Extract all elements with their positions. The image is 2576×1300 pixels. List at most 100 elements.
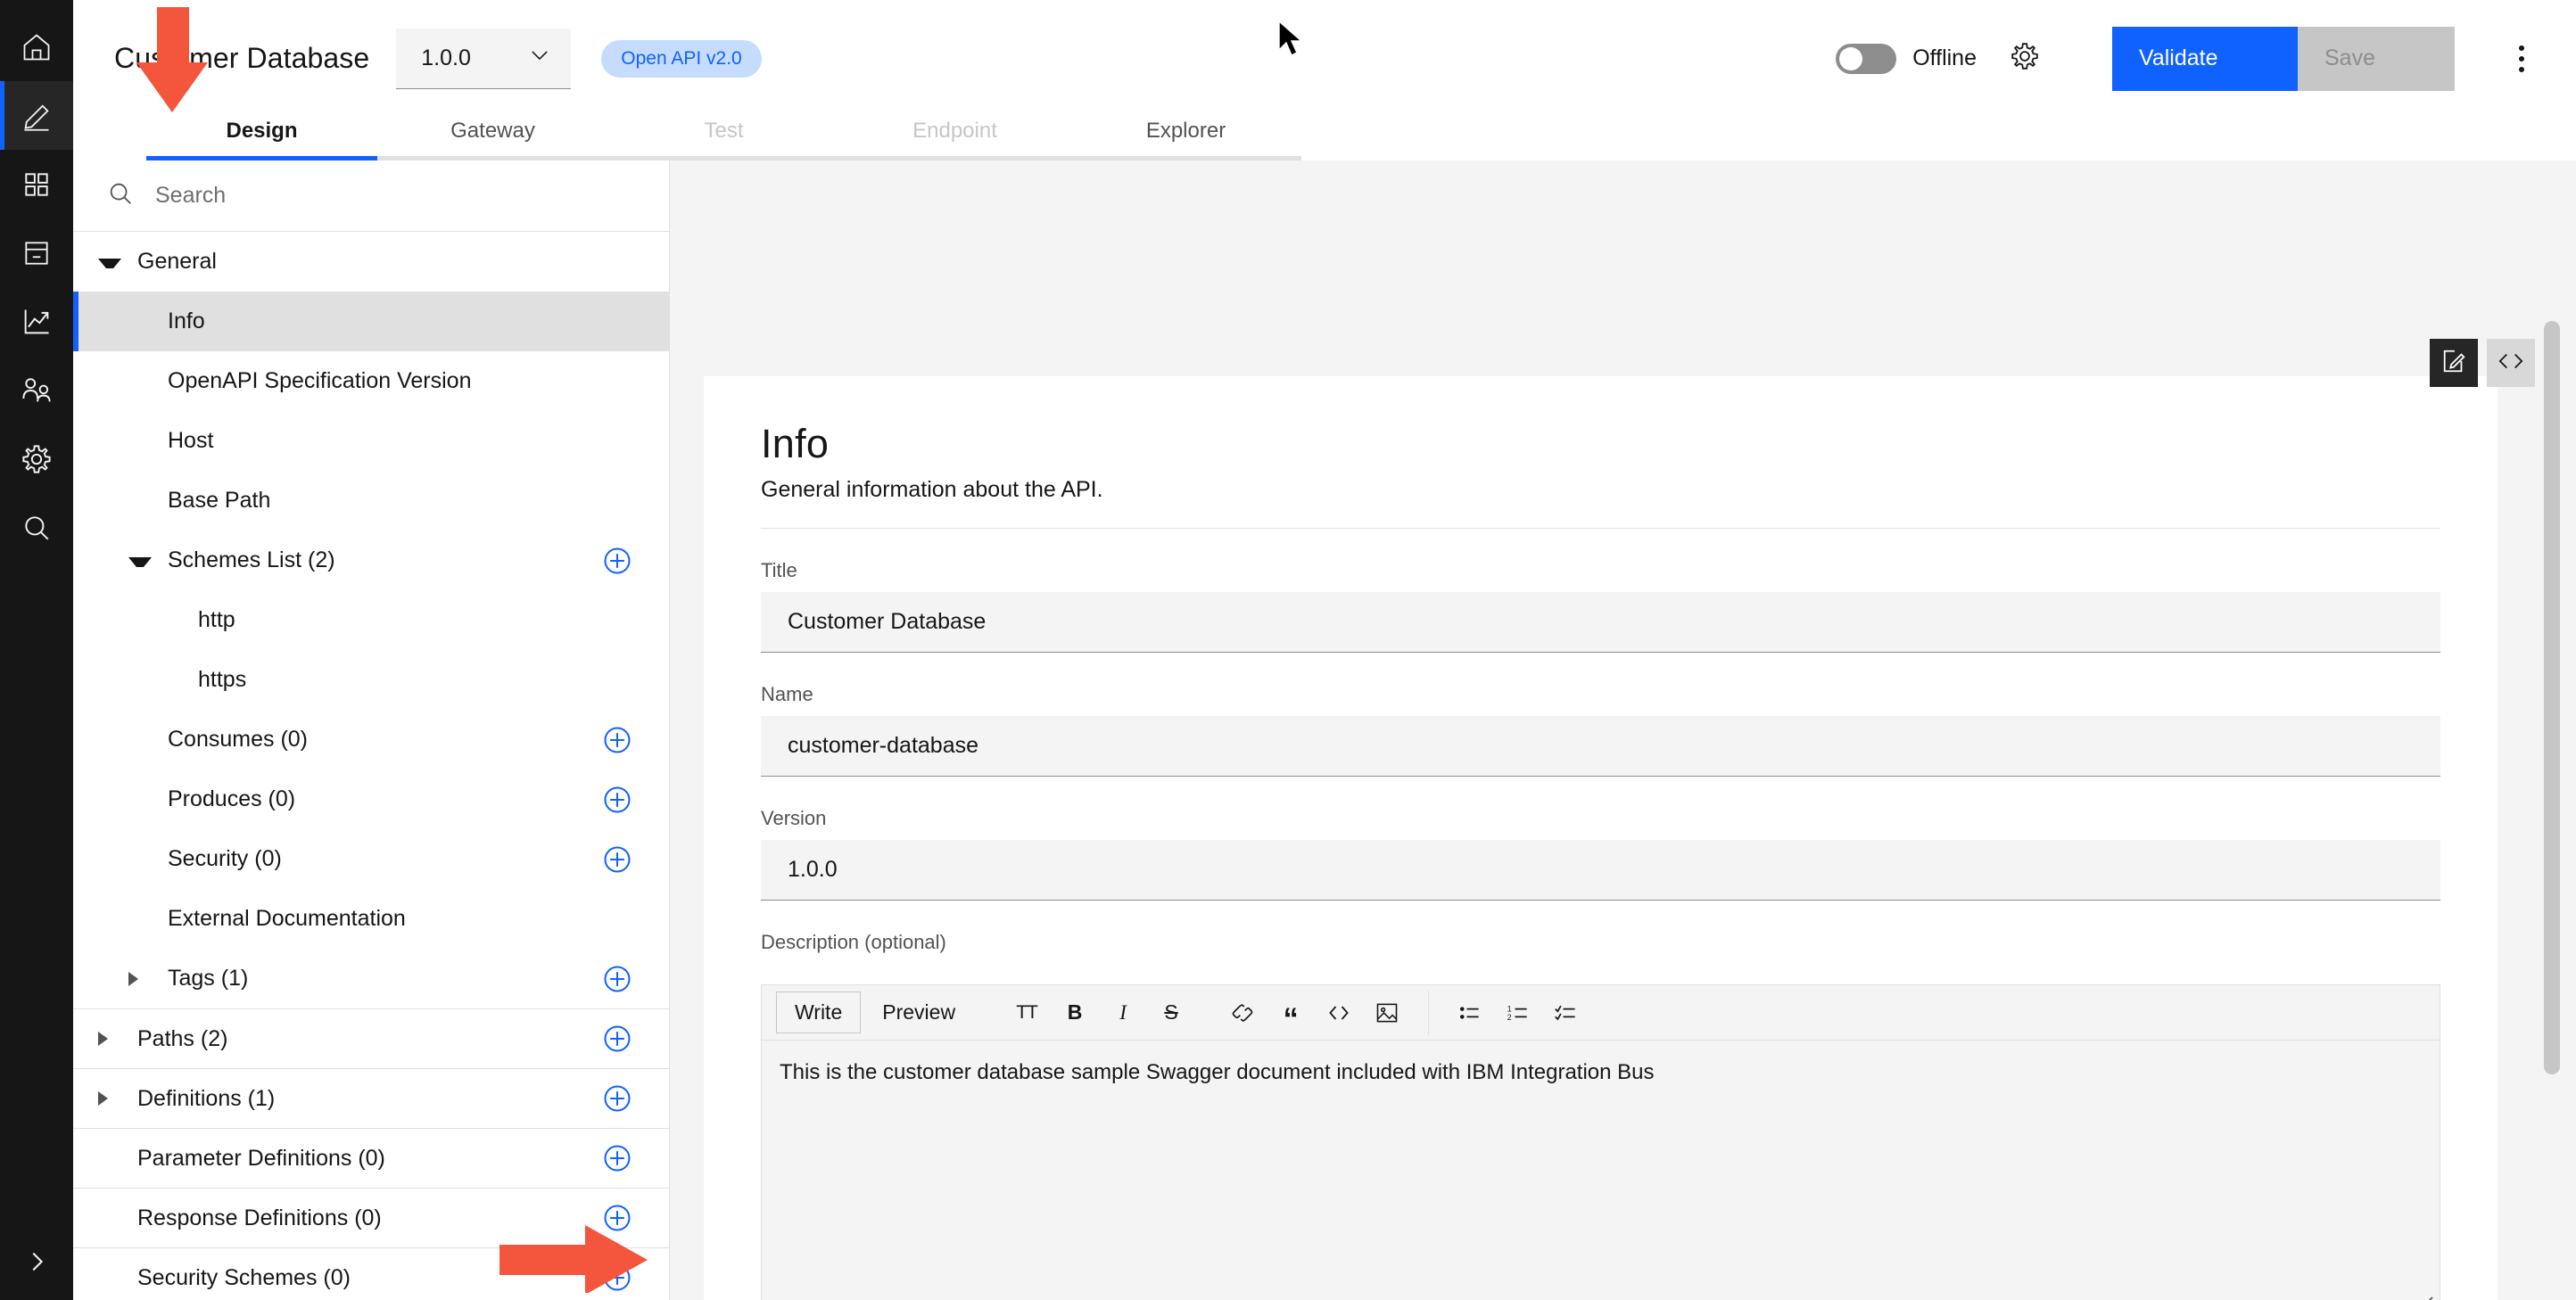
tab-gateway[interactable]: Gateway (377, 117, 608, 160)
bulleted-list-icon[interactable] (1449, 991, 1491, 1034)
add-item-icon[interactable] (601, 843, 633, 876)
tree-item-security-schemes-0[interactable]: Security Schemes (0) (73, 1247, 669, 1300)
tree-item-parameter-definitions-0[interactable]: Parameter Definitions (0) (73, 1128, 669, 1188)
offline-toggle-label: Offline (1912, 45, 1977, 70)
tree-item-openapi-specification-version[interactable]: OpenAPI Specification Version (73, 351, 669, 411)
section-subheading: General information about the API. (761, 477, 1103, 502)
tree-item-label: Security (0) (168, 846, 282, 871)
field-name: Name customer-database (761, 683, 2440, 777)
add-item-icon[interactable] (601, 724, 633, 756)
tree-item-tags-1[interactable]: Tags (1) (73, 949, 669, 1008)
field-description: Description (optional) Write Preview TT … (761, 931, 2440, 1300)
kebab-dot (2519, 55, 2524, 62)
tree-item-paths-2[interactable]: Paths (2) (73, 1008, 669, 1068)
tree-item-host[interactable]: Host (73, 411, 669, 471)
caret-right-icon[interactable] (98, 1091, 121, 1106)
quote-icon[interactable]: “ (1269, 991, 1312, 1034)
rail-item-home[interactable] (0, 12, 73, 81)
search-input[interactable] (155, 183, 635, 209)
tree-item-label: OpenAPI Specification Version (168, 368, 472, 393)
tab-endpoint[interactable]: Endpoint (839, 117, 1070, 160)
resize-handle[interactable] (2413, 1290, 2434, 1300)
add-item-icon[interactable] (601, 1202, 633, 1234)
version-input[interactable]: 1.0.0 (761, 840, 2440, 901)
overflow-menu-button[interactable] (2494, 31, 2549, 86)
save-button[interactable]: Save (2298, 26, 2455, 91)
tree-item-schemes-list-2[interactable]: Schemes List (2) (73, 531, 669, 590)
tree-item-http[interactable]: http (73, 590, 669, 650)
strikethrough-icon[interactable]: S (1150, 991, 1193, 1034)
tree-item-base-path[interactable]: Base Path (73, 471, 669, 531)
field-version: Version 1.0.0 (761, 807, 2440, 901)
info-card: Info General information about the API. … (704, 376, 2498, 1300)
add-item-icon[interactable] (601, 784, 633, 816)
tree-item-definitions-1[interactable]: Definitions (1) (73, 1068, 669, 1128)
description-textarea[interactable]: This is the customer database sample Swa… (762, 1041, 2440, 1300)
tab-design[interactable]: Design (146, 117, 377, 160)
add-item-icon[interactable] (601, 545, 633, 577)
gear-icon (21, 443, 53, 475)
vertical-scrollbar[interactable] (2544, 321, 2560, 1074)
rail-item-settings[interactable] (0, 424, 73, 493)
form-editor-button[interactable] (2430, 339, 2478, 387)
rail-item-apps[interactable] (0, 150, 73, 218)
caret-down-icon[interactable] (98, 258, 121, 268)
source-editor-button[interactable] (2487, 339, 2535, 387)
apps-grid-icon (21, 169, 52, 200)
add-item-icon[interactable] (601, 1142, 633, 1174)
add-item-icon[interactable] (601, 1262, 633, 1294)
body-area: General Info OpenAPI Specification Version… (73, 160, 2576, 1300)
api-version-select[interactable]: 1.0.0 (396, 28, 572, 89)
api-tree-sidebar: General Info OpenAPI Specification Version… (73, 160, 670, 1300)
rail-item-analytics[interactable] (0, 287, 73, 356)
tab-test[interactable]: Test (608, 117, 839, 160)
tree-item-label: Paths (2) (137, 1025, 228, 1051)
tree-item-consumes-0[interactable]: Consumes (0) (73, 710, 669, 769)
tab-label: Design (226, 119, 298, 143)
tree-item-security-0[interactable]: Security (0) (73, 829, 669, 889)
header-settings-button[interactable] (2000, 34, 2050, 84)
caret-right-icon[interactable] (128, 971, 152, 986)
task-list-icon[interactable] (1545, 991, 1588, 1034)
field-label-description: Description (optional) (761, 931, 946, 953)
italic-icon[interactable]: I (1102, 991, 1144, 1034)
name-input[interactable]: customer-database (761, 716, 2440, 777)
bold-icon[interactable]: B (1053, 991, 1096, 1034)
add-item-icon[interactable] (601, 1023, 633, 1055)
home-icon (21, 31, 53, 63)
caret-right-icon[interactable] (98, 1032, 121, 1046)
users-icon (21, 374, 53, 407)
openapi-spec-badge[interactable]: Open API v2.0 (601, 39, 762, 78)
tree-item-response-definitions-0[interactable]: Response Definitions (0) (73, 1188, 669, 1247)
image-icon[interactable] (1366, 991, 1408, 1034)
validate-button[interactable]: Validate (2112, 26, 2298, 91)
tree-item-https[interactable]: https (73, 650, 669, 710)
tree-item-general[interactable]: General (73, 232, 669, 292)
description-text: This is the customer database sample Swa… (780, 1060, 1655, 1084)
rail-item-design[interactable] (0, 81, 73, 150)
markdown-format-group: TT B I S (1005, 991, 1193, 1034)
add-item-icon[interactable] (601, 963, 633, 995)
link-icon[interactable] (1221, 991, 1264, 1034)
heading-icon[interactable]: TT (1005, 991, 1048, 1034)
tree-item-label: Parameter Definitions (0) (137, 1145, 385, 1171)
numbered-list-icon[interactable]: 1 2 (1497, 991, 1540, 1034)
tree-item-label: Info (168, 309, 205, 333)
caret-down-icon[interactable] (128, 556, 152, 567)
code-icon[interactable] (1317, 991, 1360, 1034)
tree-item-info[interactable]: Info (73, 292, 669, 351)
title-input[interactable]: Customer Database (761, 592, 2440, 653)
offline-toggle[interactable] (1836, 43, 1897, 74)
add-item-icon[interactable] (601, 1082, 633, 1115)
markdown-tab-preview[interactable]: Preview (864, 992, 973, 1033)
tree-item-produces-0[interactable]: Produces (0) (73, 769, 669, 829)
markdown-toolbar: Write Preview TT B I S “ 1 2 (762, 985, 2440, 1041)
tree-item-external-documentation[interactable]: External Documentation (73, 889, 669, 949)
rail-item-catalog[interactable] (0, 218, 73, 287)
markdown-tab-write[interactable]: Write (776, 991, 862, 1033)
rail-item-search[interactable] (0, 493, 73, 562)
rail-item-users[interactable] (0, 356, 73, 424)
tab-explorer[interactable]: Explorer (1070, 117, 1301, 160)
app-root: Customer Database 1.0.0 Open API v2.0 Of… (0, 0, 2576, 1300)
rail-expand-button[interactable] (0, 1227, 73, 1300)
